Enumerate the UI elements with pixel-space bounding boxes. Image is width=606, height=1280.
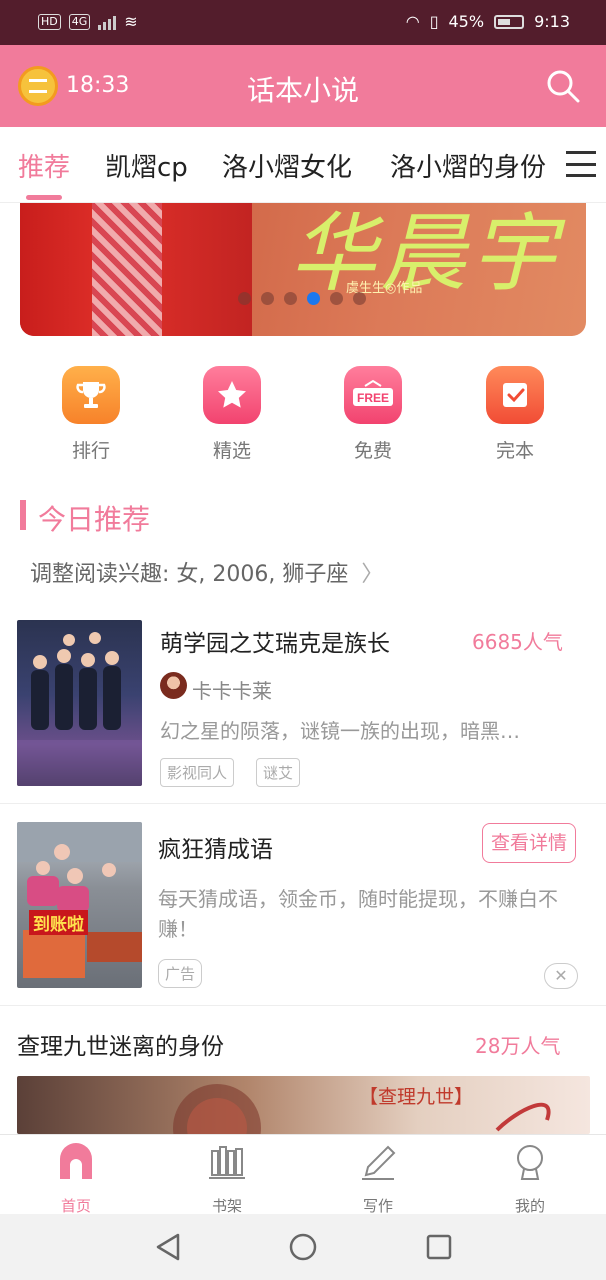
book-description: 幻之星的陨落，谜镜一族的出现，暗黑… [160, 719, 520, 743]
quick-link-selected[interactable]: 精选 [182, 366, 282, 463]
nav-label: 写作 [362, 1197, 393, 1215]
home-button-icon[interactable] [288, 1232, 318, 1262]
hd-indicator: HD [38, 13, 61, 30]
wifi-icon: ≋ [124, 12, 138, 31]
carousel-dot[interactable] [353, 292, 366, 305]
avatar [160, 672, 187, 699]
category-tabs: 推荐 凯熠cp 洛小熠女化 洛小熠的身份 [0, 127, 606, 203]
section-title: 今日推荐 [38, 503, 151, 536]
profile-icon [517, 1145, 543, 1180]
ad-description: 每天猜成语，领金币，随时能提现，不赚白不赚！ [158, 887, 558, 941]
pen-icon [362, 1145, 396, 1180]
feature-title[interactable]: 查理九世迷离的身份 [17, 1027, 224, 1061]
book-cover[interactable] [17, 620, 142, 786]
nav-label: 书架 [211, 1197, 242, 1215]
banner-carousel[interactable]: 华晨宇 虞生生◎作品 [20, 203, 586, 336]
ad-cover[interactable]: 到账啦 [17, 822, 142, 988]
feature-banner-text: 【查理九世】 [359, 1086, 474, 1108]
menu-icon[interactable] [566, 151, 596, 177]
active-tab-indicator [26, 195, 62, 200]
quick-link-completed[interactable]: 完本 [465, 366, 565, 463]
nav-profile[interactable]: 我的 [480, 1143, 580, 1216]
home-icon [60, 1143, 92, 1179]
section-accent-bar [20, 500, 26, 530]
free-icon: FREE [344, 366, 402, 424]
quick-link-label: 免费 [353, 440, 392, 462]
checkbook-icon [486, 366, 544, 424]
quick-link-label: 精选 [212, 440, 251, 462]
battery-percent: 45% [448, 12, 485, 31]
tab-luo-xiaoyi-nvhua[interactable]: 洛小熠女化 [222, 147, 352, 184]
back-icon[interactable] [154, 1232, 182, 1262]
quick-link-free[interactable]: FREE 免费 [323, 366, 423, 463]
reading-interest-link[interactable]: 调整阅读兴趣: 女, 2006, 狮子座 〉 [30, 556, 383, 588]
ad-cover-text: 到账啦 [29, 910, 88, 935]
nav-home[interactable]: 首页 [26, 1143, 126, 1216]
book-title[interactable]: 萌学园之艾瑞克是族长 [160, 624, 390, 658]
carousel-dot-active[interactable] [307, 292, 320, 305]
status-bar: HD 4G ≋ ◠ ▯ 45% 9:13 [0, 0, 606, 45]
nav-label: 我的 [514, 1197, 545, 1215]
recent-apps-icon[interactable] [425, 1233, 453, 1261]
star-icon [203, 366, 261, 424]
carousel-dot[interactable] [261, 292, 274, 305]
nav-write[interactable]: 写作 [328, 1143, 428, 1216]
book-tag[interactable]: 谜艾 [256, 758, 301, 787]
quick-link-label: 完本 [495, 440, 534, 462]
network-indicator: 4G [68, 13, 91, 30]
clock-time: 9:13 [534, 12, 570, 31]
chevron-right-icon: 〉 [361, 562, 384, 587]
divider [0, 1005, 606, 1006]
carousel-dot[interactable] [284, 292, 297, 305]
tab-recommend[interactable]: 推荐 [18, 147, 70, 184]
search-icon[interactable] [546, 69, 580, 103]
trophy-icon [62, 366, 120, 424]
carousel-dot[interactable] [330, 292, 343, 305]
carousel-dot[interactable] [238, 292, 251, 305]
nav-label: 首页 [60, 1197, 91, 1215]
divider [0, 803, 606, 804]
carousel-indicators [238, 292, 366, 305]
feature-popularity: 28万人气 [475, 1034, 561, 1058]
tab-kaiyi-cp[interactable]: 凯熠cp [105, 147, 188, 184]
vibrate-icon: ▯ [429, 12, 439, 31]
view-details-button[interactable]: 查看详情 [482, 823, 576, 863]
headphones-icon: ◠ [405, 12, 420, 31]
quick-link-ranking[interactable]: 排行 [41, 366, 141, 463]
ad-tag: 广告 [158, 959, 203, 988]
banner-figure-scarf [92, 203, 162, 336]
quick-link-label: 排行 [71, 440, 110, 462]
signal-icon [98, 14, 117, 30]
battery-icon [494, 14, 525, 29]
svg-text:FREE: FREE [357, 391, 389, 405]
book-popularity: 6685人气 [472, 630, 563, 654]
app-title: 话本小说 [246, 74, 359, 107]
book-tag[interactable]: 影视同人 [160, 758, 235, 787]
feature-banner[interactable]: 【查理九世】 [17, 1076, 590, 1134]
bookshelf-icon [209, 1146, 245, 1179]
close-icon[interactable]: ✕ [544, 963, 578, 989]
author-name[interactable]: 卡卡卡莱 [192, 675, 272, 704]
tab-luo-xiaoyi-identity[interactable]: 洛小熠的身份 [390, 147, 546, 184]
reading-interest-text: 调整阅读兴趣: 女, 2006, 狮子座 [30, 562, 349, 587]
system-navigation-bar [0, 1214, 606, 1280]
nav-bookshelf[interactable]: 书架 [177, 1143, 277, 1216]
bottom-navigation: 首页 书架 写作 我的 [0, 1134, 606, 1216]
app-header: 18:33 话本小说 [0, 45, 606, 127]
ad-title[interactable]: 疯狂猜成语 [158, 830, 273, 864]
